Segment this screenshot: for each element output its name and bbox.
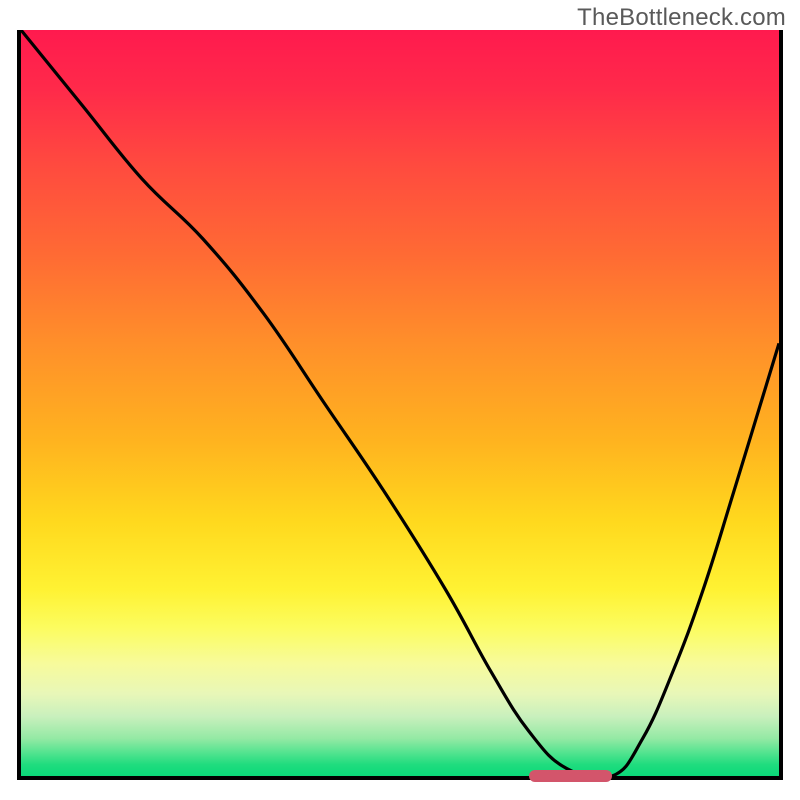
watermark-text: TheBottleneck.com	[577, 4, 786, 32]
bottleneck-curve-path	[21, 30, 779, 776]
chart-frame	[17, 30, 783, 780]
bottleneck-curve-svg	[21, 30, 779, 776]
optimal-range-marker	[529, 770, 612, 782]
